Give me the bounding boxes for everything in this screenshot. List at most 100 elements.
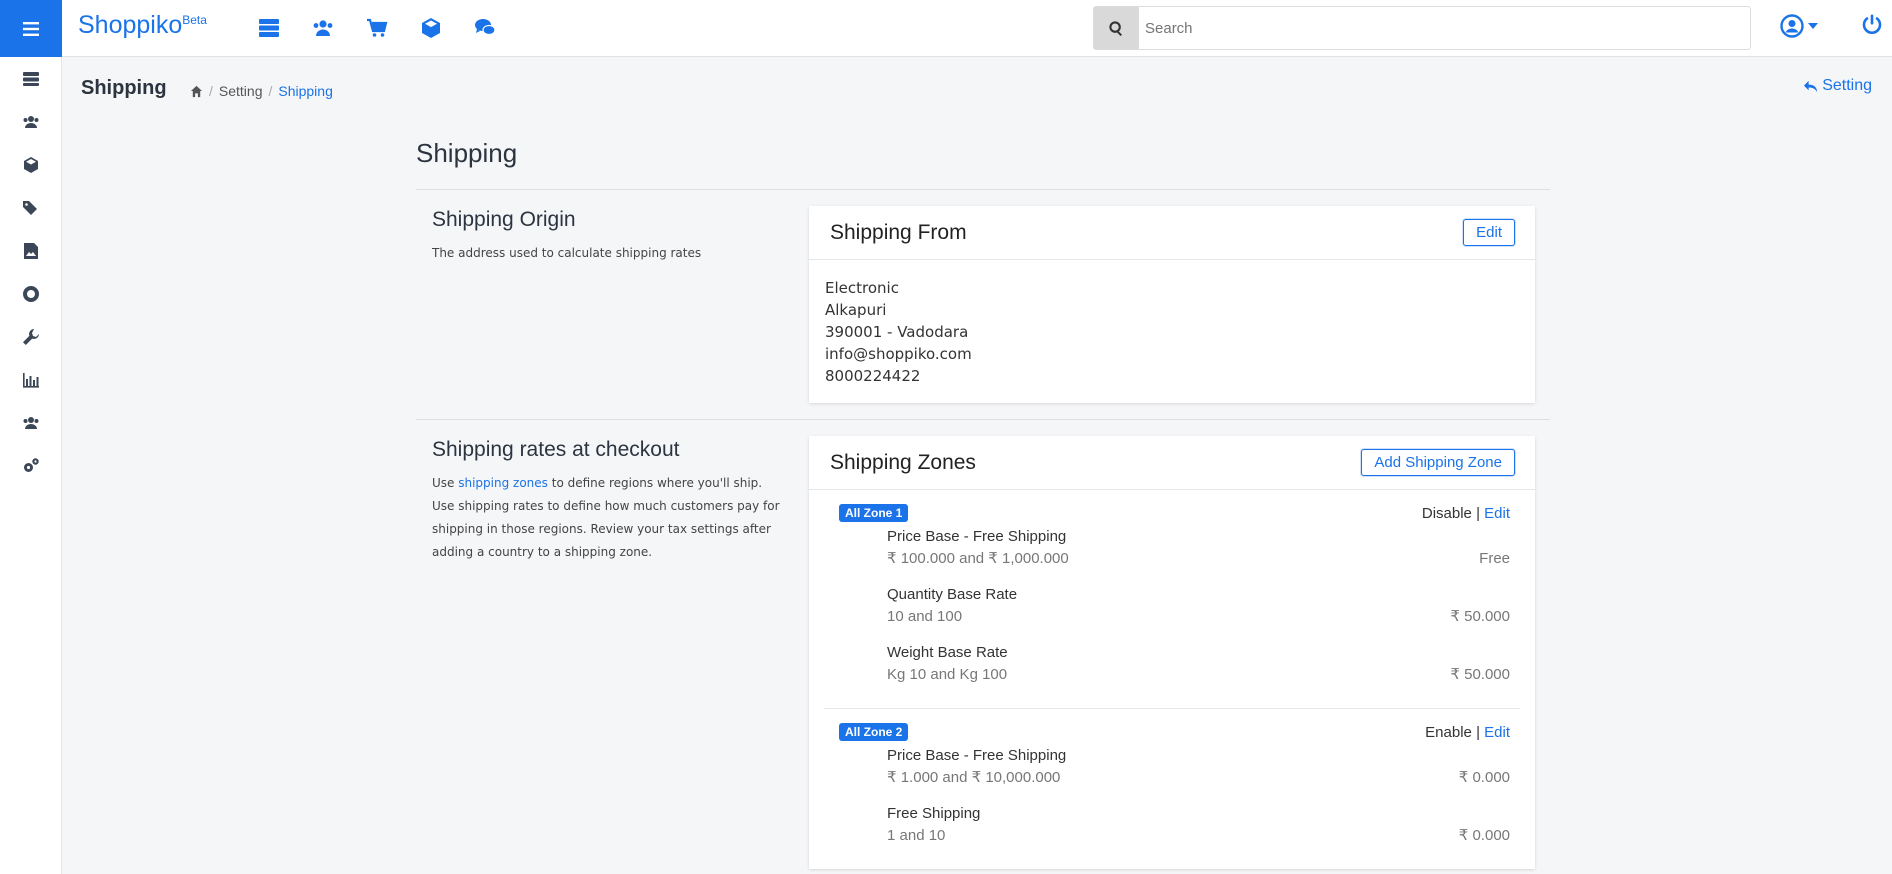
breadcrumb: / Setting / Shipping: [190, 83, 333, 99]
shipping-rates-section: Shipping rates at checkout Use shipping …: [416, 420, 1550, 874]
rail-reports[interactable]: [0, 358, 62, 401]
rail-settings[interactable]: [0, 444, 62, 487]
main-content: Shipping Shipping Origin The address use…: [416, 138, 1550, 874]
add-shipping-zone-button[interactable]: Add Shipping Zone: [1361, 449, 1515, 476]
zone-header: All Zone 1 Disable | Edit: [839, 504, 1510, 522]
brand-badge: Beta: [182, 13, 207, 27]
rail-products[interactable]: [0, 143, 62, 186]
rate-range: ₹ 100.000 and ₹ 1,000.000: [887, 550, 1069, 567]
shipping-origin-heading: Shipping Origin: [432, 208, 576, 231]
rail-media[interactable]: [0, 229, 62, 272]
rate-range: 10 and 100: [887, 608, 963, 625]
cart-icon: [367, 18, 388, 37]
rail-tools[interactable]: [0, 315, 62, 358]
top-nav-dashboard[interactable]: [242, 16, 296, 40]
shipping-origin-description: The address used to calculate shipping r…: [432, 246, 702, 260]
address-line: Alkapuri: [825, 301, 887, 319]
content-title: Shipping: [416, 138, 1550, 190]
rail-tags[interactable]: [0, 186, 62, 229]
shipping-from-header: Shipping From Edit: [809, 206, 1535, 260]
left-rail: [0, 0, 62, 874]
power-icon: [1862, 14, 1882, 34]
rate-name: Price Base - Free Shipping: [887, 747, 1067, 764]
breadcrumb-separator: /: [268, 83, 273, 99]
rate-row: Price Base - Free Shipping ₹ 100.000 and …: [839, 526, 1510, 570]
chat-icon: [475, 19, 496, 36]
rate-range: 1 and 10: [887, 827, 946, 844]
rate-price: ₹ 0.000: [1458, 769, 1510, 786]
shipping-zone-1: All Zone 1 Disable | Edit Price Base - F…: [824, 490, 1520, 709]
zone-actions: Enable | Edit: [1425, 724, 1510, 741]
desc-text: Use: [432, 476, 459, 490]
bar-chart-icon: [23, 372, 39, 388]
user-circle-icon: [1780, 14, 1804, 38]
rate-row: Quantity Base Rate 10 and 100 ₹ 50.000: [839, 584, 1510, 628]
back-to-setting-link[interactable]: Setting: [1803, 77, 1872, 95]
address-line: 390001 - Vadodara: [825, 323, 969, 341]
rate-name: Price Base - Free Shipping: [887, 528, 1067, 545]
edit-origin-button[interactable]: Edit: [1463, 219, 1515, 246]
top-nav-products[interactable]: [404, 16, 458, 40]
edit-zone-button[interactable]: Edit: [1484, 505, 1510, 522]
top-nav-messages[interactable]: [458, 16, 512, 40]
rate-price: ₹ 0.000: [1458, 827, 1510, 844]
shipping-from-title: Shipping From: [830, 220, 967, 244]
rate-price: Free: [1479, 550, 1510, 567]
rail-team[interactable]: [0, 401, 62, 444]
server-icon: [259, 19, 279, 37]
reply-icon: [1804, 80, 1818, 92]
rate-range: ₹ 1.000 and ₹ 10,000.000: [887, 769, 1061, 786]
user-menu[interactable]: [1780, 14, 1818, 38]
search-button[interactable]: [1094, 7, 1139, 49]
rail-support[interactable]: [0, 272, 62, 315]
rate-range: Kg 10 and Kg 100: [887, 666, 1008, 683]
page-title: Shipping: [81, 77, 167, 99]
shipping-from-card: Shipping From Edit Electronic Alkapuri 3…: [809, 206, 1535, 403]
action-separator: |: [1476, 504, 1480, 522]
breadcrumb-separator: /: [209, 83, 213, 99]
tags-icon: [23, 200, 37, 215]
menu-toggle-button[interactable]: [0, 0, 62, 57]
top-nav-orders[interactable]: [350, 16, 404, 40]
shipping-rates-description: Use shipping zones to define regions whe…: [432, 472, 785, 564]
rail-dashboard[interactable]: [0, 57, 62, 100]
wrench-icon: [23, 328, 39, 345]
group-icon: [23, 416, 39, 429]
cube-icon: [24, 156, 38, 173]
top-nav: [242, 16, 512, 40]
hamburger-icon: [23, 21, 39, 36]
enable-zone-button[interactable]: Enable: [1425, 724, 1472, 741]
caret-down-icon: [1808, 23, 1818, 29]
origin-address: Electronic Alkapuri 390001 - Vadodara in…: [809, 260, 1535, 403]
top-nav-customers[interactable]: [296, 16, 350, 40]
rate-name: Free Shipping: [887, 805, 981, 822]
search-input[interactable]: [1139, 7, 1750, 49]
logout-button[interactable]: [1860, 13, 1884, 41]
back-link-label: Setting: [1822, 77, 1872, 94]
shipping-rates-info: Shipping rates at checkout Use shipping …: [416, 436, 809, 869]
shipping-rates-heading: Shipping rates at checkout: [432, 438, 680, 461]
shipping-origin-section: Shipping Origin The address used to calc…: [416, 190, 1550, 420]
breadcrumb-item-shipping[interactable]: Shipping: [278, 83, 333, 99]
action-separator: |: [1476, 723, 1480, 741]
rate-price: ₹ 50.000: [1450, 666, 1510, 683]
lifebuoy-icon: [23, 285, 39, 302]
address-phone: 8000224422: [825, 367, 921, 385]
home-icon[interactable]: [190, 85, 203, 98]
rate-price: ₹ 50.000: [1450, 608, 1510, 625]
rail-customers[interactable]: [0, 100, 62, 143]
edit-zone-button[interactable]: Edit: [1484, 724, 1510, 741]
users-icon: [313, 20, 333, 36]
cube-icon: [422, 18, 440, 38]
search-bar: [1093, 6, 1751, 50]
breadcrumb-item-setting[interactable]: Setting: [219, 83, 263, 99]
disable-zone-button[interactable]: Disable: [1422, 505, 1472, 522]
zone-badge: All Zone 2: [839, 723, 909, 741]
shipping-zones-link[interactable]: shipping zones: [458, 476, 548, 490]
brand-logo[interactable]: ShoppikoBeta: [78, 11, 207, 40]
brand-name: Shoppiko: [78, 11, 183, 39]
shipping-zones-title: Shipping Zones: [830, 450, 976, 474]
rate-name: Quantity Base Rate: [887, 586, 1018, 603]
users-icon: [23, 115, 39, 128]
search-icon: [1109, 20, 1123, 36]
